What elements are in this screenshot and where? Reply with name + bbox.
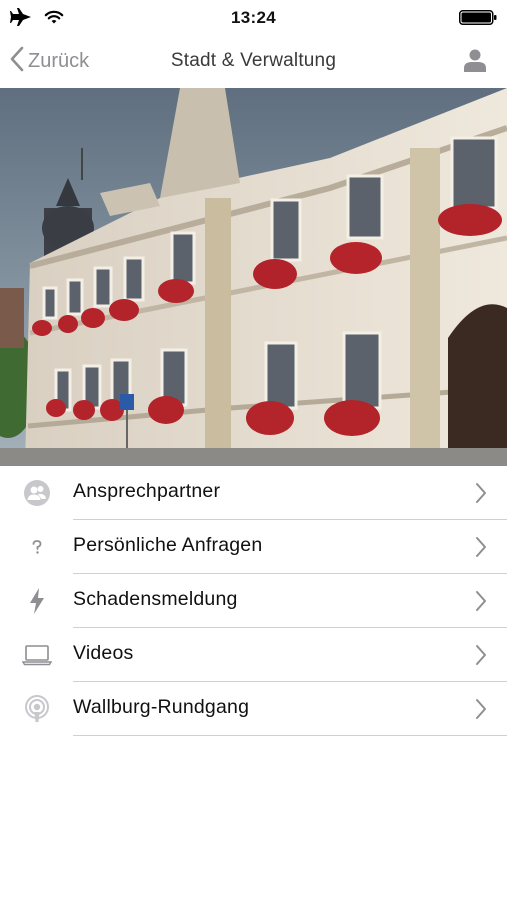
lightning-icon <box>22 587 52 615</box>
menu-label: Persönliche Anfragen <box>73 534 263 556</box>
chevron-right-icon <box>475 698 487 725</box>
hero-image <box>0 88 507 466</box>
menu-item-videos[interactable]: Videos <box>0 628 507 682</box>
contacts-icon <box>22 479 52 507</box>
chevron-right-icon <box>475 482 487 509</box>
menu-label: Wallburg-Rundgang <box>73 696 250 718</box>
chevron-right-icon <box>475 536 487 563</box>
menu-label: Ansprechpartner <box>73 480 221 502</box>
question-icon <box>22 533 52 561</box>
chevron-right-icon <box>475 590 487 617</box>
podcast-icon <box>22 695 52 723</box>
page-title: Stadt & Verwaltung <box>170 50 337 71</box>
menu-item-persoenliche-anfragen[interactable]: Persönliche Anfragen <box>0 520 507 574</box>
menu-item-ansprechpartner[interactable]: Ansprechpartner <box>0 466 507 520</box>
menu-list: Ansprechpartner Persönliche Anfragen Sch… <box>0 466 507 736</box>
menu-label: Videos <box>73 642 134 664</box>
laptop-icon <box>22 641 52 669</box>
status-bar: 13:24 <box>0 0 507 36</box>
status-time: 13:24 <box>231 8 276 27</box>
divider <box>73 735 507 736</box>
navigation-bar: Zurück Stadt & Verwaltung <box>0 36 507 88</box>
menu-label: Schadensmeldung <box>73 588 238 610</box>
battery-icon <box>459 10 497 25</box>
chevron-right-icon <box>475 644 487 671</box>
menu-item-schadensmeldung[interactable]: Schadensmeldung <box>0 574 507 628</box>
menu-item-wallburg-rundgang[interactable]: Wallburg-Rundgang <box>0 682 507 736</box>
user-icon <box>463 49 487 76</box>
profile-button[interactable] <box>463 48 487 77</box>
